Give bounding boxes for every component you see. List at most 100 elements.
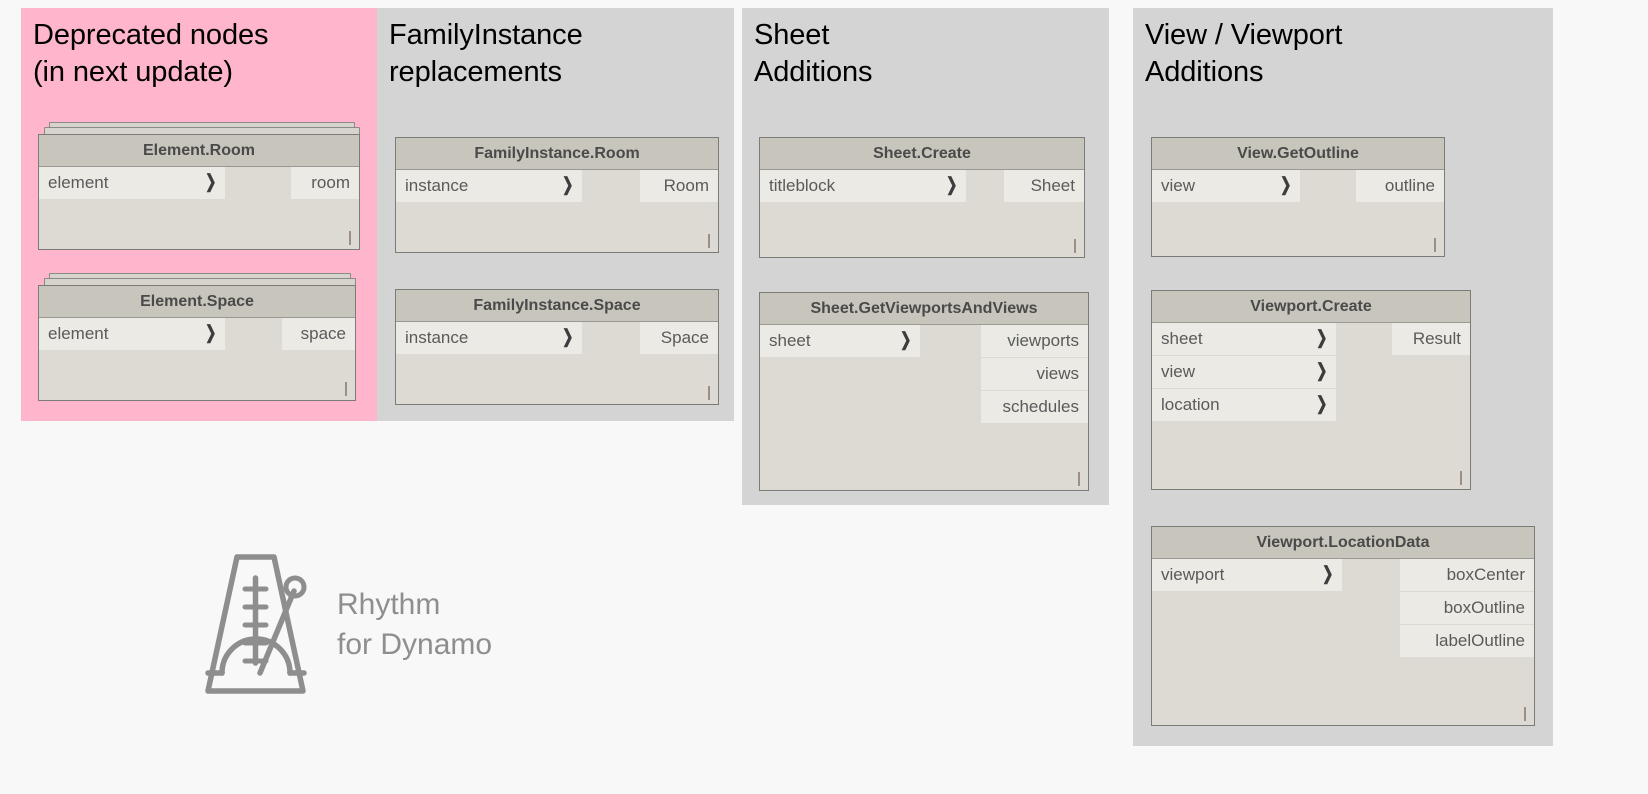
dynamo-node-element-space[interactable]: Element.Spaceelement❯ space [38, 285, 356, 401]
output-port[interactable]: boxCenter [1400, 559, 1534, 592]
dynamo-node-familyinstance-space[interactable]: FamilyInstance.Space instance ❯ Space [395, 289, 719, 405]
chevron-right-icon: ❯ [1280, 177, 1291, 195]
node-title: View.GetOutline [1152, 138, 1444, 170]
input-ports: sheet❯ [760, 325, 920, 358]
metronome-icon [198, 545, 313, 705]
input-ports: element ❯ [39, 167, 225, 200]
dynamo-node-viewport-locationdata[interactable]: Viewport.LocationDataviewport❯ boxCenter b… [1151, 526, 1535, 726]
node-resize-handle[interactable] [345, 382, 348, 397]
input-port-label: location [1161, 395, 1220, 415]
output-port-label: space [301, 324, 346, 344]
dynamo-node-sheet-getviewportsandviews[interactable]: Sheet.GetViewportsAndViewssheet❯ viewport… [759, 292, 1089, 491]
input-port[interactable]: instance ❯ [396, 322, 582, 355]
node-resize-handle[interactable] [349, 231, 352, 246]
node-body: titleblock ❯ Sheet [760, 170, 1084, 257]
node-title: Viewport.LocationData [1152, 527, 1534, 559]
node-title: Sheet.GetViewportsAndViews [760, 293, 1088, 325]
input-port[interactable]: instance❯ [396, 170, 582, 203]
input-port-label: sheet [1161, 329, 1203, 349]
output-port[interactable]: Room [640, 170, 718, 203]
output-port[interactable]: Sheet [1004, 170, 1084, 203]
output-port[interactable]: viewports [981, 325, 1088, 358]
node-resize-handle[interactable] [1078, 472, 1081, 487]
group-title: Deprecated nodes (in next update) [33, 17, 268, 91]
output-port[interactable]: schedules [981, 391, 1088, 424]
dynamo-node-element-room[interactable]: Element.Roomelement❯room [38, 134, 360, 250]
chevron-right-icon: ❯ [1322, 566, 1333, 584]
node-title: Sheet.Create [760, 138, 1084, 170]
node-title: FamilyInstance.Space [396, 290, 718, 322]
node-resize-handle[interactable] [1460, 471, 1463, 486]
node-resize-handle[interactable] [1434, 238, 1437, 253]
input-port-label: titleblock [769, 176, 835, 196]
node-title: FamilyInstance.Room [396, 138, 718, 170]
node-resize-handle[interactable] [1524, 707, 1527, 722]
output-port-label: viewports [1007, 331, 1079, 351]
input-port-label: view [1161, 362, 1195, 382]
output-port-label: room [311, 173, 350, 193]
node-resize-handle[interactable] [708, 234, 711, 249]
output-ports: Space [640, 322, 718, 355]
input-port[interactable]: element❯ [39, 318, 225, 351]
input-port[interactable]: location ❯ [1152, 389, 1336, 422]
dynamo-node-familyinstance-room[interactable]: FamilyInstance.Roominstance❯ Room [395, 137, 719, 253]
output-ports: Result [1392, 323, 1470, 356]
node-body: element❯ space [39, 318, 355, 400]
output-ports: space [282, 318, 355, 351]
output-port-label: Space [661, 328, 709, 348]
output-port-label: boxOutline [1444, 598, 1525, 618]
chevron-right-icon: ❯ [900, 332, 911, 350]
output-port[interactable]: space [282, 318, 355, 351]
node-body: sheet❯ viewports views schedules [760, 325, 1088, 490]
output-port-label: labelOutline [1435, 631, 1525, 651]
input-port-label: element [48, 173, 108, 193]
node-body: instance ❯ Space [396, 322, 718, 404]
output-port[interactable]: outline [1356, 170, 1444, 203]
group-title: Sheet Additions [754, 17, 872, 91]
output-port[interactable]: boxOutline [1400, 592, 1534, 625]
input-ports: view❯ [1152, 170, 1300, 203]
rhythm-logo-text: Rhythm for Dynamo [337, 585, 492, 665]
input-ports: sheet ❯ view ❯ location ❯ [1152, 323, 1336, 422]
output-port[interactable]: Space [640, 322, 718, 355]
node-body: sheet ❯ view ❯ location ❯ Result [1152, 323, 1470, 489]
output-ports: outline [1356, 170, 1444, 203]
output-port-label: outline [1385, 176, 1435, 196]
chevron-right-icon: ❯ [562, 329, 573, 347]
input-port[interactable]: sheet ❯ [1152, 323, 1336, 356]
output-ports: room [291, 167, 359, 200]
output-port[interactable]: labelOutline [1400, 625, 1534, 658]
node-resize-handle[interactable] [708, 386, 711, 401]
dynamo-node-view-getoutline[interactable]: View.GetOutlineview❯ outline [1151, 137, 1445, 257]
input-ports: element❯ [39, 318, 225, 351]
group-title: FamilyInstance replacements [389, 17, 583, 91]
node-body: view❯ outline [1152, 170, 1444, 256]
input-port[interactable]: element ❯ [39, 167, 225, 200]
node-title: Viewport.Create [1152, 291, 1470, 323]
dynamo-node-viewport-create[interactable]: Viewport.Create sheet ❯ view ❯ location ❯ Resul… [1151, 290, 1471, 490]
input-port[interactable]: view ❯ [1152, 356, 1336, 389]
node-body: element ❯ room [39, 167, 359, 249]
input-port[interactable]: viewport❯ [1152, 559, 1342, 592]
chevron-right-icon: ❯ [1316, 396, 1327, 414]
output-port[interactable]: views [981, 358, 1088, 391]
chevron-right-icon: ❯ [946, 177, 957, 195]
chevron-right-icon: ❯ [205, 174, 216, 192]
output-port[interactable]: Result [1392, 323, 1470, 356]
output-port-label: boxCenter [1447, 565, 1525, 585]
output-ports: viewports views schedules [981, 325, 1088, 424]
input-port-label: instance [405, 328, 468, 348]
output-port-label: schedules [1002, 397, 1079, 417]
output-ports: Room [640, 170, 718, 203]
input-port-label: element [48, 324, 108, 344]
node-title: Element.Space [39, 286, 355, 318]
chevron-right-icon: ❯ [1316, 330, 1327, 348]
input-port[interactable]: view❯ [1152, 170, 1300, 203]
dynamo-node-sheet-create[interactable]: Sheet.Create titleblock ❯ Sheet [759, 137, 1085, 258]
input-ports: titleblock ❯ [760, 170, 966, 203]
input-port[interactable]: titleblock ❯ [760, 170, 966, 203]
node-resize-handle[interactable] [1074, 239, 1077, 254]
input-port[interactable]: sheet❯ [760, 325, 920, 358]
chevron-right-icon: ❯ [1316, 363, 1327, 381]
output-port[interactable]: room [291, 167, 359, 200]
